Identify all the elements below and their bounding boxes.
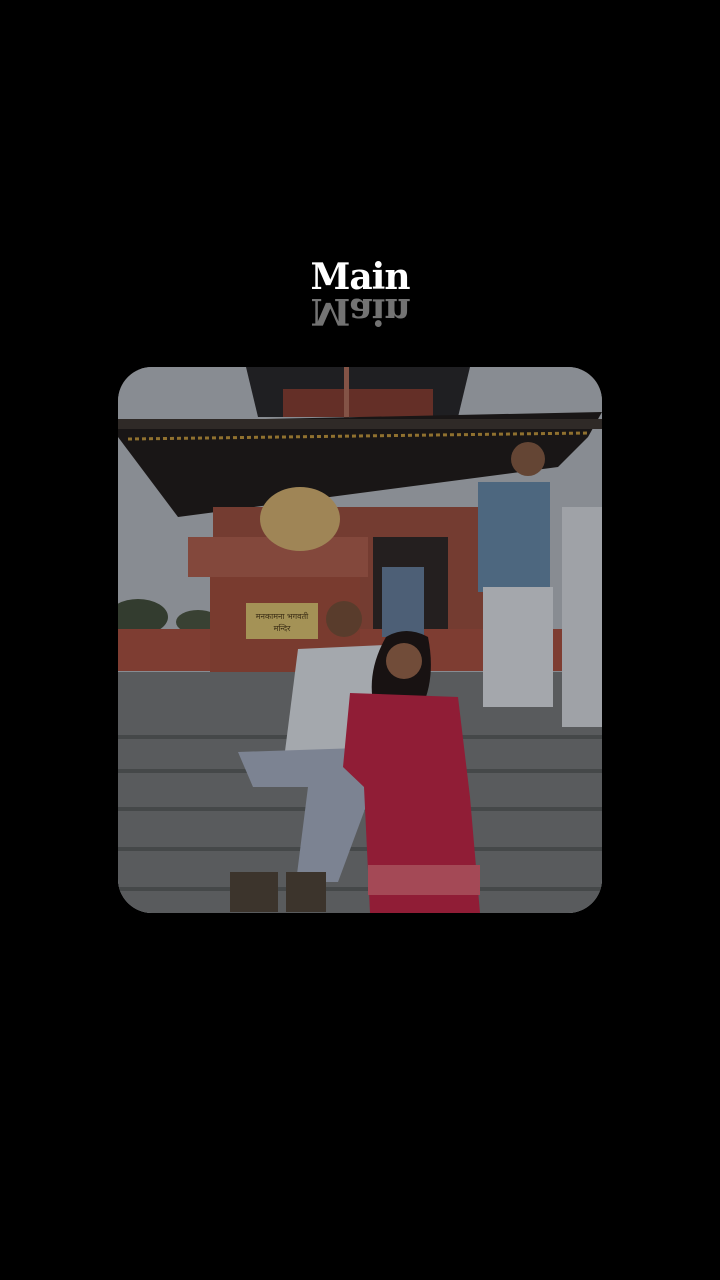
photo-card[interactable]: मनकामना भगवती मन्दिर — [118, 367, 602, 913]
title-reflection: Main — [310, 290, 410, 332]
title-area: Main Main — [0, 255, 720, 345]
photo-dim-overlay — [118, 367, 602, 913]
photo-image: मनकामना भगवती मन्दिर — [118, 367, 602, 913]
